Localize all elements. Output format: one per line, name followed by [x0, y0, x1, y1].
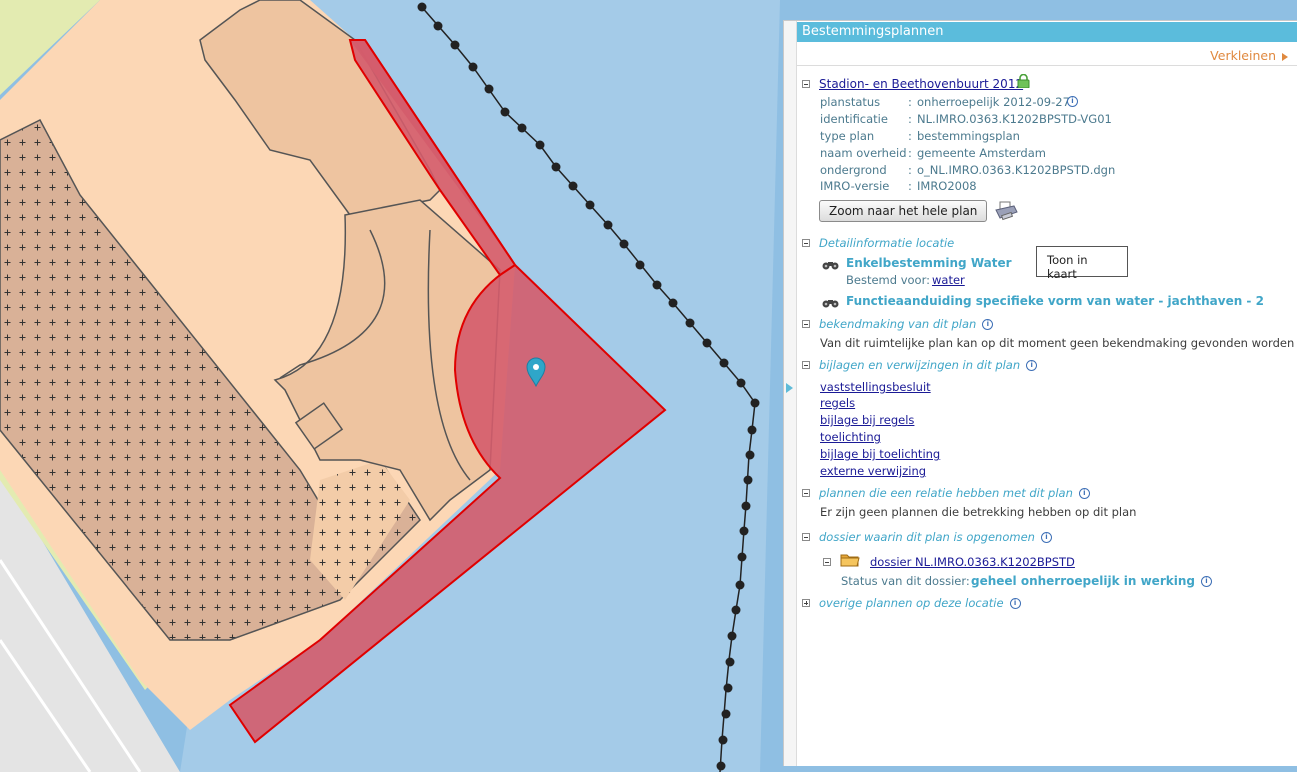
relaties-heading-text: plannen die een relatie hebben met dit p…: [819, 486, 1073, 500]
panel-toggle-handle[interactable]: [784, 21, 797, 766]
bekendmaking-heading-text: bekendmaking van dit plan: [819, 317, 977, 331]
info-icon[interactable]: i: [1067, 96, 1078, 107]
field-colon: :: [908, 129, 912, 143]
detail-heading: Detailinformatie locatie: [819, 236, 955, 250]
field-label-planstatus: planstatus: [820, 95, 881, 109]
field-colon: :: [908, 163, 912, 177]
collapse-button[interactable]: Verkleinen: [1210, 48, 1288, 63]
bestemmingsplannen-panel: Bestemmingsplannen Verkleinen Stadion- e…: [783, 20, 1297, 766]
functieaanduiding-title[interactable]: Functieaanduiding specifieke vorm van wa…: [846, 294, 1264, 308]
collapse-relaties-toggle-icon[interactable]: [802, 489, 810, 497]
enkelbestemming-water-title[interactable]: Enkelbestemming Water: [846, 256, 1012, 270]
overige-heading-text: overige plannen op deze locatie: [819, 596, 1004, 610]
bijlage-link-toelichting[interactable]: toelichting: [820, 430, 881, 444]
field-colon: :: [908, 112, 912, 126]
dossier-heading: dossier waarin dit plan is opgenomen i: [819, 530, 1052, 544]
field-value-imro-versie: IMRO2008: [917, 179, 977, 193]
info-icon[interactable]: i: [982, 319, 994, 330]
lock-icon: [1017, 73, 1030, 89]
collapse-dossier-item-toggle-icon[interactable]: [823, 558, 831, 566]
field-label-identificatie: identificatie: [820, 112, 888, 126]
field-value-type-plan: bestemmingsplan: [917, 129, 1020, 143]
bijlage-link-vaststellingsbesluit[interactable]: vaststellingsbesluit: [820, 380, 931, 394]
info-icon[interactable]: i: [1200, 576, 1212, 587]
divider: [797, 65, 1297, 66]
info-icon[interactable]: i: [1078, 488, 1090, 499]
field-value-planstatus: onherroepelijk 2012-09-27: [917, 95, 1070, 109]
dossier-link[interactable]: dossier NL.IMRO.0363.K1202BPSTD: [870, 555, 1075, 569]
field-value-ondergrond: o_NL.IMRO.0363.K1202BPSTD.dgn: [917, 163, 1116, 177]
overige-heading: overige plannen op deze locatie i: [819, 596, 1021, 610]
collapse-label: Verkleinen: [1210, 48, 1276, 63]
dossier-status-value: geheel onherroepelijk in werking i: [971, 574, 1212, 588]
bijlagen-heading: bijlagen en verwijzingen in dit plan i: [819, 358, 1038, 372]
field-label-ondergrond: ondergrond: [820, 163, 887, 177]
relaties-heading: plannen die een relatie hebben met dit p…: [819, 486, 1090, 500]
bijlage-link-bijlage-bij-toelichting[interactable]: bijlage bij toelichting: [820, 447, 940, 461]
bestemd-voor-label: Bestemd voor:: [846, 273, 930, 287]
collapse-bekendmaking-toggle-icon[interactable]: [802, 320, 810, 328]
panel-title: Bestemmingsplannen: [797, 22, 1297, 42]
info-icon[interactable]: i: [1026, 360, 1038, 371]
bijlage-link-bijlage-bij-regels[interactable]: bijlage bij regels: [820, 413, 914, 427]
field-colon: :: [908, 179, 912, 193]
field-value-naam-overheid: gemeente Amsterdam: [917, 146, 1046, 160]
collapse-detail-toggle-icon[interactable]: [802, 239, 810, 247]
dossier-status-value-text: geheel onherroepelijk in werking: [971, 574, 1195, 588]
bijlage-link-externe-verwijzing[interactable]: externe verwijzing: [820, 464, 926, 478]
plan-name-link[interactable]: Stadion- en Beethovenbuurt 2012: [819, 77, 1023, 91]
info-icon[interactable]: i: [1040, 532, 1052, 543]
show-on-map-tooltip: Toon in kaart: [1036, 246, 1128, 281]
field-label-naam-overheid: naam overheid: [820, 146, 907, 160]
relaties-text: Er zijn geen plannen die betrekking hebb…: [820, 505, 1137, 519]
zoom-to-plan-button[interactable]: Zoom naar het hele plan: [819, 200, 988, 222]
field-colon: :: [908, 146, 912, 160]
triangle-right-icon: [1282, 52, 1288, 61]
bekendmaking-text: Van dit ruimtelijke plan kan op dit mome…: [820, 336, 1295, 350]
info-icon[interactable]: i: [1009, 598, 1021, 609]
bekendmaking-heading: bekendmaking van dit plan i: [819, 317, 994, 331]
field-colon: :: [908, 95, 912, 109]
expand-overige-toggle-icon[interactable]: [802, 599, 810, 607]
collapse-plan-toggle-icon[interactable]: [802, 80, 810, 88]
bijlagen-heading-text: bijlagen en verwijzingen in dit plan: [819, 358, 1021, 372]
folder-icon: [840, 552, 860, 567]
dossier-status-label: Status van dit dossier:: [841, 574, 970, 588]
tooltip-text: Toon in kaart: [1047, 253, 1088, 281]
bijlage-link-regels[interactable]: regels: [820, 396, 855, 410]
binoculars-icon[interactable]: [822, 255, 840, 270]
collapse-dossier-toggle-icon[interactable]: [802, 533, 810, 541]
expand-arrow-icon: [786, 383, 793, 393]
printer-icon[interactable]: [994, 200, 1018, 222]
field-label-type-plan: type plan: [820, 129, 875, 143]
field-label-imro-versie: IMRO-versie: [820, 179, 890, 193]
field-value-identificatie: NL.IMRO.0363.K1202BPSTD-VG01: [917, 112, 1112, 126]
dossier-heading-text: dossier waarin dit plan is opgenomen: [819, 530, 1035, 544]
binoculars-icon[interactable]: [822, 293, 840, 308]
collapse-bijlagen-toggle-icon[interactable]: [802, 361, 810, 369]
water-link[interactable]: water: [932, 273, 965, 287]
